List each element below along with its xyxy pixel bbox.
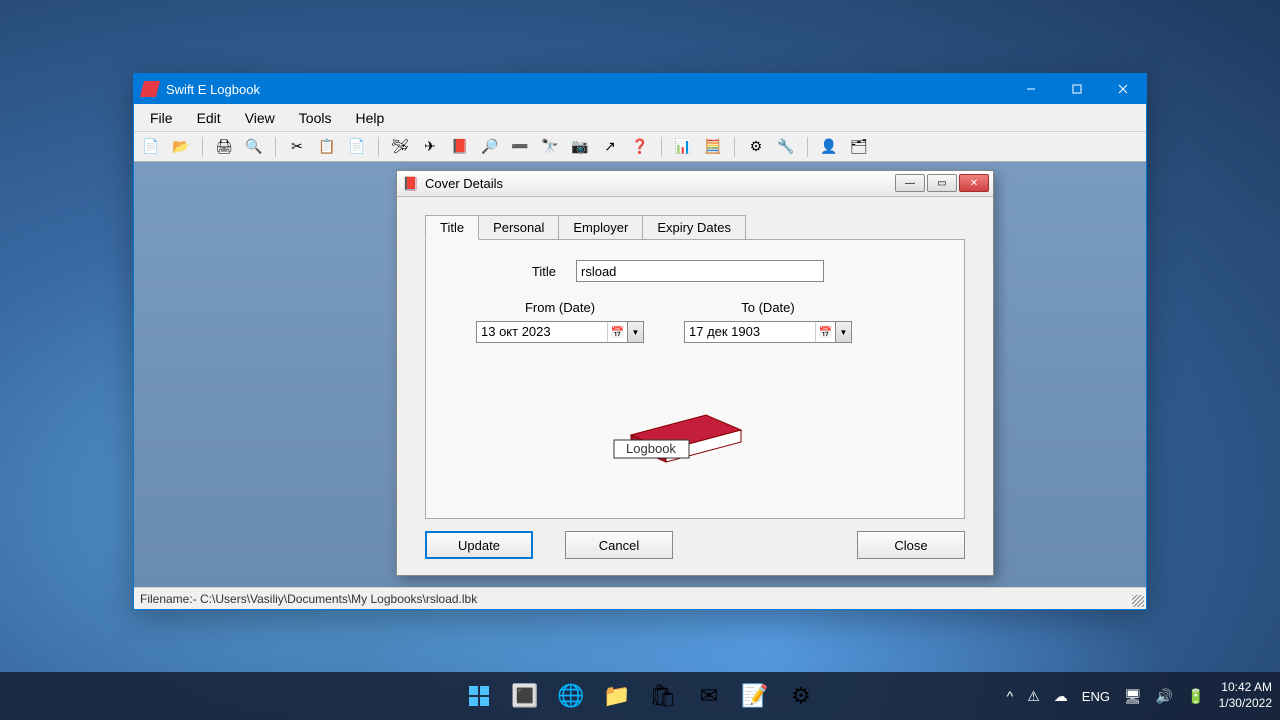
calc-icon[interactable]: 🧮: [702, 136, 724, 158]
tab-employer[interactable]: Employer: [558, 215, 643, 239]
tray-chevron-icon[interactable]: ^: [1007, 688, 1014, 704]
paste-icon[interactable]: 📄: [346, 136, 368, 158]
menu-tools[interactable]: Tools: [287, 106, 344, 130]
settings-taskbar-icon[interactable]: ⚙: [781, 676, 821, 716]
close-button[interactable]: Close: [857, 531, 965, 559]
update-button[interactable]: Update: [425, 531, 533, 559]
cancel-button[interactable]: Cancel: [565, 531, 673, 559]
tray-security-icon[interactable]: ⚠: [1027, 688, 1040, 705]
open-icon[interactable]: 📂: [170, 136, 192, 158]
dialog-minimize-button[interactable]: —: [895, 174, 925, 192]
tool-icon-11[interactable]: 🗂: [848, 136, 870, 158]
close-button[interactable]: [1100, 74, 1146, 104]
tool-icon-1[interactable]: 🛩: [389, 136, 411, 158]
client-area: 📕 Cover Details — ▭ ✕ Title Personal Emp…: [134, 162, 1146, 587]
tool-icon-5[interactable]: ➖: [509, 136, 531, 158]
new-icon[interactable]: 📄: [140, 136, 162, 158]
dialog-titlebar[interactable]: 📕 Cover Details — ▭ ✕: [397, 171, 993, 197]
tray-battery-icon[interactable]: 🔋: [1187, 688, 1204, 705]
tool-icon-3[interactable]: 📕: [449, 136, 471, 158]
menubar: File Edit View Tools Help: [134, 104, 1146, 132]
statusbar-text: Filename:- C:\Users\Vasiliy\Documents\My…: [140, 592, 477, 606]
minimize-button[interactable]: [1008, 74, 1054, 104]
mail-icon[interactable]: ✉: [689, 676, 729, 716]
tool-icon-2[interactable]: ✈: [419, 136, 441, 158]
task-view-icon[interactable]: 🔳: [505, 676, 545, 716]
app-taskbar-icon[interactable]: 📝: [735, 676, 775, 716]
app-icon: [140, 81, 160, 97]
store-icon[interactable]: 🛍: [643, 676, 683, 716]
copy-icon[interactable]: 📋: [316, 136, 338, 158]
print-icon[interactable]: 🖨: [213, 136, 235, 158]
title-label: Title: [496, 264, 576, 279]
tool-icon-7[interactable]: 📷: [569, 136, 591, 158]
settings-icon[interactable]: ⚙: [745, 136, 767, 158]
maximize-button[interactable]: [1054, 74, 1100, 104]
main-window: Swift E Logbook File Edit View Tools Hel…: [133, 73, 1147, 610]
edge-icon[interactable]: 🌐: [551, 676, 591, 716]
chart-icon[interactable]: 📊: [672, 136, 694, 158]
from-date-label: From (Date): [476, 300, 644, 315]
tab-expiry[interactable]: Expiry Dates: [642, 215, 746, 239]
start-button[interactable]: [459, 676, 499, 716]
calendar-icon[interactable]: 📅: [607, 322, 627, 342]
menu-file[interactable]: File: [138, 106, 185, 130]
tab-personal[interactable]: Personal: [478, 215, 559, 239]
clock-time: 10:42 AM: [1219, 680, 1272, 696]
dialog-maximize-button[interactable]: ▭: [927, 174, 957, 192]
dropdown-icon[interactable]: ▼: [627, 322, 643, 342]
title-input[interactable]: [576, 260, 824, 282]
clock-date: 1/30/2022: [1219, 696, 1272, 712]
language-indicator[interactable]: ENG: [1082, 689, 1110, 704]
tray-volume-icon[interactable]: 🔊: [1156, 688, 1173, 705]
logbook-image: Logbook: [596, 390, 746, 465]
from-date-picker[interactable]: 13 окт 2023 📅 ▼: [476, 321, 644, 343]
dialog-close-button[interactable]: ✕: [959, 174, 989, 192]
main-title: Swift E Logbook: [166, 82, 260, 97]
tab-control: Title Personal Employer Expiry Dates Tit…: [425, 215, 965, 519]
tool-icon-4[interactable]: 🔎: [479, 136, 501, 158]
toolbar: 📄 📂 🖨 🔍 ✂ 📋 📄 🛩 ✈ 📕 🔎 ➖ 🔭 📷 ↗ ❓ 📊 🧮 ⚙ 🔧 …: [134, 132, 1146, 162]
main-titlebar[interactable]: Swift E Logbook: [134, 74, 1146, 104]
explorer-icon[interactable]: 📁: [597, 676, 637, 716]
calendar-icon[interactable]: 📅: [815, 322, 835, 342]
to-date-label: To (Date): [684, 300, 852, 315]
statusbar: Filename:- C:\Users\Vasiliy\Documents\My…: [134, 587, 1146, 609]
to-date-picker[interactable]: 17 дек 1903 📅 ▼: [684, 321, 852, 343]
tool-icon-8[interactable]: ↗: [599, 136, 621, 158]
tool-icon-10[interactable]: 👤: [818, 136, 840, 158]
tray-weather-icon[interactable]: ☁: [1054, 688, 1068, 705]
clock[interactable]: 10:42 AM 1/30/2022: [1219, 680, 1272, 711]
help-icon[interactable]: ❓: [629, 136, 651, 158]
menu-help[interactable]: Help: [343, 106, 396, 130]
svg-text:Logbook: Logbook: [626, 441, 676, 456]
preview-icon[interactable]: 🔍: [243, 136, 265, 158]
tray-network-icon[interactable]: 🖥: [1124, 688, 1142, 705]
tool-icon-9[interactable]: 🔧: [775, 136, 797, 158]
from-date-value: 13 окт 2023: [477, 322, 607, 342]
dialog-title: Cover Details: [425, 176, 503, 191]
tab-title[interactable]: Title: [425, 215, 479, 240]
menu-edit[interactable]: Edit: [185, 106, 233, 130]
cut-icon[interactable]: ✂: [286, 136, 308, 158]
tool-icon-6[interactable]: 🔭: [539, 136, 561, 158]
menu-view[interactable]: View: [233, 106, 287, 130]
taskbar: 🔳 🌐 📁 🛍 ✉ 📝 ⚙ ^ ⚠ ☁ ENG 🖥 🔊 🔋 10:42 AM 1…: [0, 672, 1280, 720]
to-date-value: 17 дек 1903: [685, 322, 815, 342]
tab-panel: Title From (Date) 13 окт 2023 📅 ▼: [425, 239, 965, 519]
dropdown-icon[interactable]: ▼: [835, 322, 851, 342]
cover-details-dialog: 📕 Cover Details — ▭ ✕ Title Personal Emp…: [396, 170, 994, 576]
dialog-icon: 📕: [403, 176, 419, 192]
